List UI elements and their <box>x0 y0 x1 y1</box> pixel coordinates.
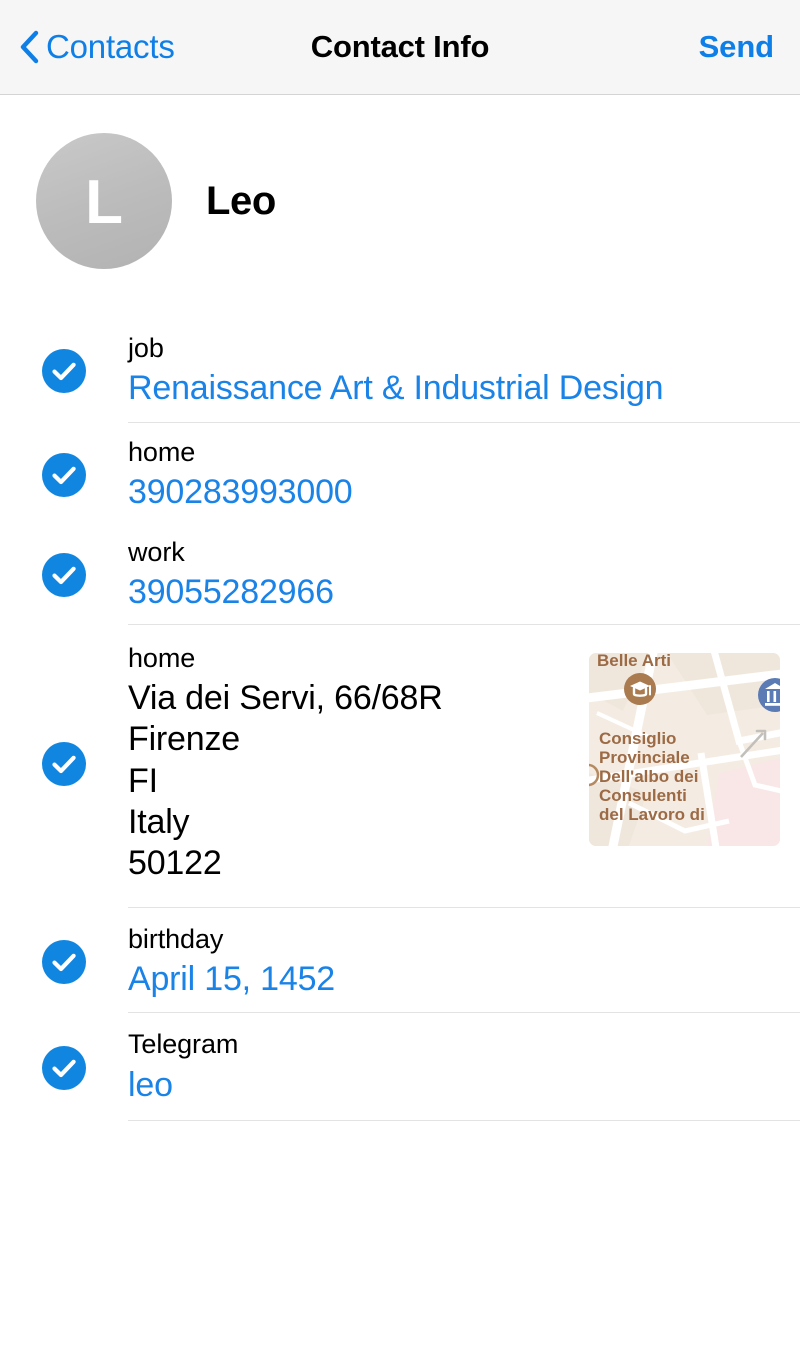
field-body-home-phone: home 390283993000 <box>128 437 800 514</box>
check-circle-icon <box>42 742 86 786</box>
map-label: Consiglio <box>599 729 676 748</box>
map-label: Provinciale <box>599 748 690 767</box>
field-checkbox-job[interactable] <box>0 349 128 393</box>
field-body-home-address: home Via dei Servi, 66/68R Firenze FI It… <box>128 643 800 885</box>
field-value[interactable]: April 15, 1452 <box>128 959 780 1000</box>
field-row-telegram: Telegram leo <box>0 1013 800 1120</box>
field-value[interactable]: leo <box>128 1065 780 1106</box>
field-value[interactable]: Renaissance Art & Industrial Design <box>128 368 780 409</box>
avatar[interactable]: L <box>36 133 172 269</box>
map-label: Dell'albo dei <box>599 767 698 786</box>
field-body-birthday: birthday April 15, 1452 <box>128 924 800 1001</box>
field-checkbox-birthday[interactable] <box>0 940 128 984</box>
field-body-job: job Renaissance Art & Industrial Design <box>128 333 800 410</box>
check-circle-icon <box>42 349 86 393</box>
page-title: Contact Info <box>0 29 800 65</box>
check-circle-icon <box>42 1046 86 1090</box>
field-label: home <box>128 437 780 468</box>
check-circle-icon <box>42 553 86 597</box>
navigation-bar: Contacts Contact Info Send <box>0 0 800 95</box>
graduation-cap-poi-icon <box>624 673 656 705</box>
contact-name: Leo <box>206 179 276 224</box>
contact-info-screen: Contacts Contact Info Send L Leo job Ren… <box>0 0 800 1353</box>
map-label: Belle Arti <box>597 653 671 670</box>
check-circle-icon <box>42 940 86 984</box>
field-row-birthday: birthday April 15, 1452 <box>0 908 800 1013</box>
send-button[interactable]: Send <box>699 29 774 65</box>
map-thumbnail[interactable]: Belle Arti Consiglio Provinciale Dell'al… <box>589 653 780 846</box>
map-preview-image: Belle Arti Consiglio Provinciale Dell'al… <box>589 653 780 846</box>
contact-header: L Leo <box>0 95 800 269</box>
field-body-work-phone: work 39055282966 <box>128 537 800 614</box>
map-label: del Lavoro di <box>599 805 705 824</box>
avatar-initial: L <box>85 172 123 234</box>
field-value[interactable]: 39055282966 <box>128 572 780 613</box>
field-row-home-address: home Via dei Servi, 66/68R Firenze FI It… <box>0 625 800 907</box>
field-row-home-phone: home 390283993000 <box>0 423 800 524</box>
field-label: job <box>128 333 780 364</box>
field-body-telegram: Telegram leo <box>128 1029 800 1106</box>
row-divider <box>128 1120 800 1121</box>
address-line: 50122 <box>128 843 780 884</box>
field-label: Telegram <box>128 1029 780 1060</box>
field-checkbox-home-address[interactable] <box>0 742 128 786</box>
field-label: birthday <box>128 924 780 955</box>
contact-fields-list: job Renaissance Art & Industrial Design … <box>0 327 800 1121</box>
field-row-work-phone: work 39055282966 <box>0 523 800 624</box>
field-row-job: job Renaissance Art & Industrial Design <box>0 327 800 422</box>
map-label: Consulenti <box>599 786 687 805</box>
field-checkbox-work-phone[interactable] <box>0 553 128 597</box>
field-checkbox-home-phone[interactable] <box>0 453 128 497</box>
field-checkbox-telegram[interactable] <box>0 1046 128 1090</box>
field-value[interactable]: 390283993000 <box>128 472 780 513</box>
check-circle-icon <box>42 453 86 497</box>
field-label: work <box>128 537 780 568</box>
